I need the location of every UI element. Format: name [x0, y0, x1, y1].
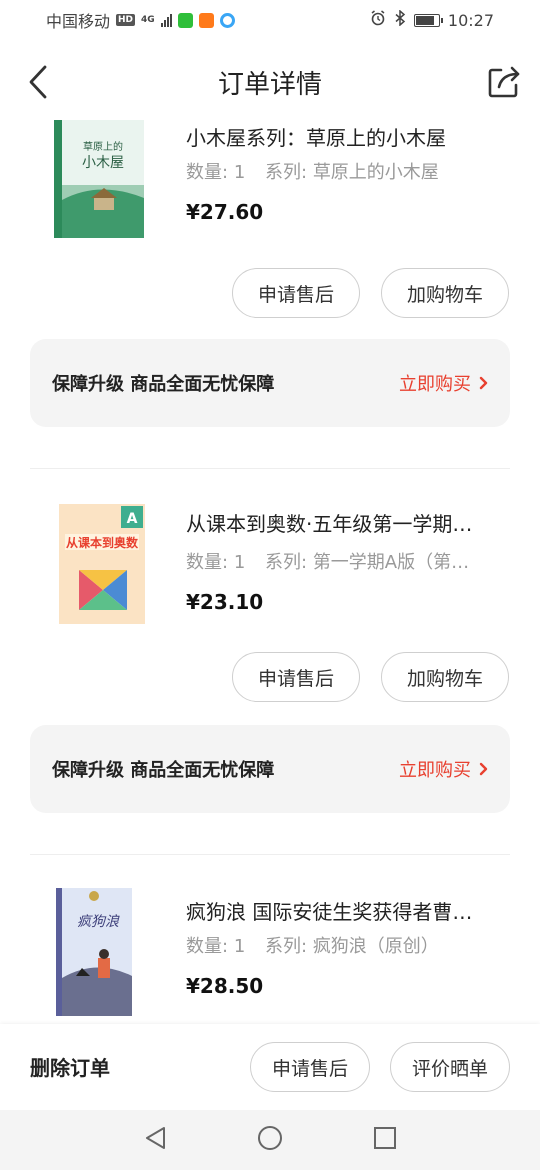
status-right: 10:27: [370, 9, 494, 30]
product-cover[interactable]: 草原上的 小木屋: [54, 120, 144, 238]
signal-icon: [160, 13, 172, 27]
guarantee-banner[interactable]: 保障升级 商品全面无忧保障 立即购买: [30, 725, 510, 813]
product-cover[interactable]: 疯狗浪: [56, 888, 132, 1016]
quantity-label: 数量:: [186, 162, 229, 183]
book-cover-image: 疯狗浪: [56, 888, 132, 1016]
back-arrow-icon: [29, 65, 47, 99]
app-notification-icon: [198, 12, 214, 28]
buy-now-label: 立即购买: [399, 760, 471, 781]
add-to-cart-button[interactable]: 加购物车: [381, 268, 509, 318]
product-meta: 数量: 1 系列: 第一学期A版（第…: [186, 548, 506, 574]
cover-grade-mark: A: [127, 511, 138, 527]
buy-now-label: 立即购买: [399, 374, 471, 395]
quantity-value: 1: [233, 552, 246, 573]
after-sale-button[interactable]: 申请售后: [232, 652, 360, 702]
section-divider: [30, 468, 510, 469]
order-item: 疯狗浪 疯狗浪 国际安徒生奖获得者曹… 数量: 1 系列: 疯狗浪（原创） ¥2…: [0, 888, 540, 1024]
product-name[interactable]: 疯狗浪 国际安徒生奖获得者曹…: [186, 896, 506, 925]
iqiyi-app-icon: [177, 12, 193, 28]
section-divider: [30, 854, 510, 855]
guarantee-banner[interactable]: 保障升级 商品全面无忧保障 立即购买: [30, 339, 510, 427]
order-item: A 从课本到奥数 从课本到奥数·五年级第一学期… 数量: 1 系列: 第一学期A…: [0, 504, 540, 834]
nav-bar: 订单详情: [0, 44, 540, 120]
nav-home-icon[interactable]: [257, 1125, 283, 1155]
buy-now-link[interactable]: 立即购买: [399, 370, 488, 396]
clock: 10:27: [447, 10, 494, 30]
nav-back-icon[interactable]: [143, 1125, 167, 1155]
back-button[interactable]: [18, 62, 58, 102]
after-sale-button[interactable]: 申请售后: [232, 268, 360, 318]
status-bar: 中国移动 HD 4G 10:27: [0, 0, 540, 40]
cover-title: 疯狗浪: [77, 914, 120, 930]
book-cover-image: A 从课本到奥数: [59, 504, 145, 624]
product-meta: 数量: 1 系列: 疯狗浪（原创）: [186, 932, 506, 958]
product-name[interactable]: 从课本到奥数·五年级第一学期…: [186, 508, 506, 537]
nav-recents-icon[interactable]: [373, 1126, 397, 1154]
quantity-label: 数量:: [186, 936, 229, 957]
network-icon: 4G: [141, 15, 155, 25]
delete-order-button[interactable]: 删除订单: [30, 1052, 110, 1081]
alarm-icon: [370, 10, 386, 30]
series-value: 第一学期A版（第…: [312, 552, 470, 573]
product-meta: 数量: 1 系列: 草原上的小木屋: [186, 158, 506, 184]
cover-subtitle: 草原上的: [83, 140, 123, 153]
order-action-bar: 删除订单 申请售后 评价晒单: [0, 1024, 540, 1110]
carrier-label: 中国移动: [46, 12, 111, 31]
battery-level: [415, 15, 434, 25]
series-label: 系列:: [265, 552, 308, 573]
product-price: ¥27.60: [186, 200, 264, 224]
chevron-right-icon: [479, 376, 488, 390]
add-to-cart-button[interactable]: 加购物车: [381, 652, 509, 702]
product-name[interactable]: 小木屋系列：草原上的小木屋: [186, 122, 506, 151]
review-button[interactable]: 评价晒单: [390, 1042, 510, 1092]
bluetooth-icon: [394, 9, 406, 30]
after-sale-button[interactable]: 申请售后: [250, 1042, 370, 1092]
series-value: 疯狗浪（原创）: [312, 936, 439, 957]
quantity-label: 数量:: [186, 552, 229, 573]
series-label: 系列:: [265, 162, 308, 183]
share-icon: [488, 66, 520, 98]
status-left: 中国移动 HD 4G: [46, 8, 235, 32]
quantity-value: 1: [233, 936, 246, 957]
book-cover-image: 草原上的 小木屋: [54, 120, 144, 238]
series-label: 系列:: [265, 936, 308, 957]
chevron-right-icon: [479, 762, 488, 776]
share-button[interactable]: [482, 60, 526, 104]
guarantee-text: 保障升级 商品全面无忧保障: [52, 760, 275, 781]
hd-badge: HD: [116, 14, 136, 26]
product-price: ¥23.10: [186, 590, 264, 614]
battery-icon: [413, 13, 443, 27]
series-value: 草原上的小木屋: [312, 162, 439, 183]
browser-app-icon: [219, 12, 235, 28]
cover-title: 从课本到奥数: [66, 535, 139, 550]
product-price: ¥28.50: [186, 974, 264, 998]
system-navigation-bar: [0, 1110, 540, 1170]
cover-title: 小木屋: [82, 155, 124, 171]
quantity-value: 1: [233, 162, 246, 183]
buy-now-link[interactable]: 立即购买: [399, 756, 488, 782]
guarantee-text: 保障升级 商品全面无忧保障: [52, 374, 275, 395]
product-cover[interactable]: A 从课本到奥数: [59, 504, 145, 624]
page-title: 订单详情: [217, 69, 322, 100]
order-item: 草原上的 小木屋 小木屋系列：草原上的小木屋 数量: 1 系列: 草原上的小木屋…: [0, 120, 540, 450]
